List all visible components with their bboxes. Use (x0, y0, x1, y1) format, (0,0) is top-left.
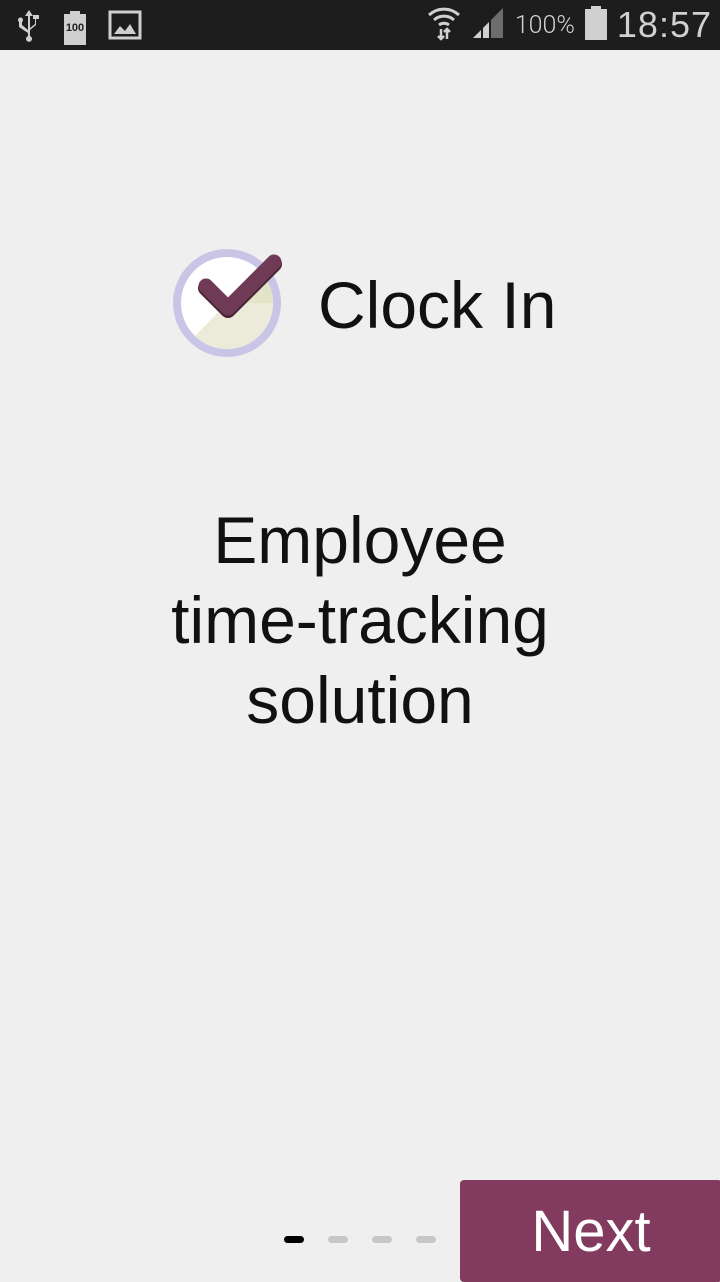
page-dot-active (284, 1236, 304, 1243)
tagline-line: Employee (213, 503, 507, 577)
wifi-icon (427, 5, 461, 46)
onboarding-tagline: Employee time-tracking solution (0, 500, 720, 740)
tagline-line: solution (246, 663, 474, 737)
signal-icon (471, 6, 505, 45)
page-indicator (284, 1236, 436, 1243)
app-header: Clock In (170, 246, 556, 363)
checkmark-clock-icon (170, 246, 284, 363)
app-name: Clock In (318, 267, 557, 342)
page-dot (416, 1236, 436, 1243)
battery-icon (584, 5, 607, 45)
image-icon (108, 10, 142, 45)
usb-icon (16, 8, 42, 47)
status-bar: 100 100% 18:57 (0, 0, 720, 50)
battery-percent: 100% (514, 10, 575, 40)
clock-time: 18:57 (616, 4, 712, 45)
next-button[interactable]: Next (460, 1180, 720, 1282)
battery-badge-text: 100 (65, 21, 85, 34)
page-dot (328, 1236, 348, 1243)
tagline-line: time-tracking (171, 583, 549, 657)
page-dot (372, 1236, 392, 1243)
battery-notification-icon: 100 (64, 10, 86, 45)
